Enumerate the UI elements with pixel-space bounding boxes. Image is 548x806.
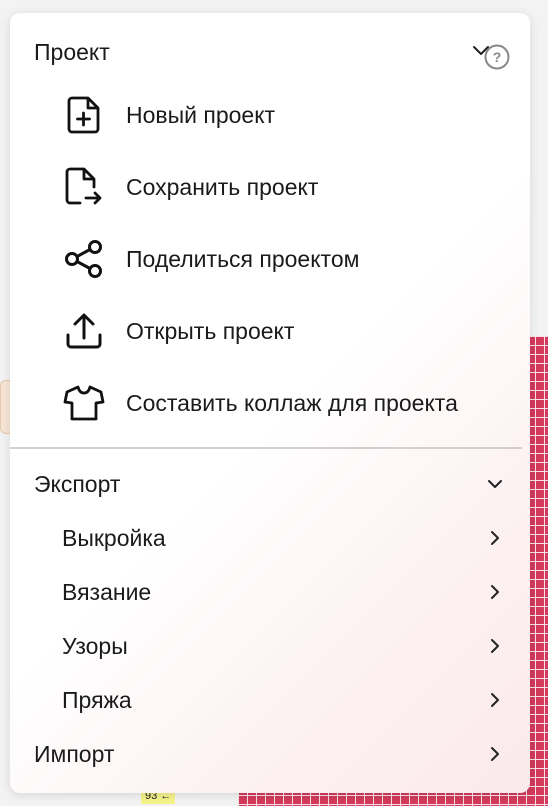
export-item-knitting[interactable]: Вязание [62, 567, 504, 617]
menu-item-label: Поделиться проектом [126, 245, 360, 272]
chevron-down-icon [488, 480, 502, 488]
submenu-label: Вязание [62, 578, 152, 605]
chevron-right-icon [491, 531, 499, 545]
upload-icon [60, 307, 108, 355]
submenu-label: Узоры [62, 632, 128, 659]
menu-item-label: Сохранить проект [126, 173, 319, 200]
menu-item-open-project[interactable]: Открыть проект [60, 303, 520, 359]
section-divider [10, 447, 522, 449]
share-icon [60, 235, 108, 283]
submenu-label: Пряжа [62, 686, 132, 713]
menu-item-label: Новый проект [126, 101, 276, 128]
tshirt-icon [60, 379, 108, 427]
chevron-right-icon [491, 585, 499, 599]
menu-item-share-project[interactable]: Поделиться проектом [60, 231, 520, 287]
export-item-patterns[interactable]: Узоры [62, 621, 504, 671]
save-file-icon [60, 163, 108, 211]
export-item-yarn[interactable]: Пряжа [62, 675, 504, 725]
import-section-title: Импорт [34, 740, 115, 767]
menu-item-save-project[interactable]: Сохранить проект [60, 159, 520, 215]
new-file-icon [60, 91, 108, 139]
chevron-right-icon [491, 747, 499, 761]
import-section-header[interactable]: Импорт [34, 729, 504, 779]
svg-text:?: ? [493, 49, 502, 65]
menu-item-new-project[interactable]: Новый проект [60, 87, 520, 143]
chevron-right-icon [491, 693, 499, 707]
export-section-header[interactable]: Экспорт [34, 459, 504, 509]
project-menu: Проект ? Новый проект Сохранить проект П… [10, 13, 530, 793]
menu-item-label: Открыть проект [126, 317, 295, 344]
submenu-label: Выкройка [62, 524, 166, 551]
chevron-right-icon [491, 639, 499, 653]
help-icon[interactable]: ? [484, 44, 510, 70]
menu-item-label: Составить коллаж для проекта [126, 389, 458, 416]
export-item-pattern[interactable]: Выкройка [62, 513, 504, 563]
menu-item-make-collage[interactable]: Составить коллаж для проекта [60, 375, 520, 431]
export-section-title: Экспорт [34, 470, 121, 497]
project-section-title[interactable]: Проект [34, 39, 110, 66]
